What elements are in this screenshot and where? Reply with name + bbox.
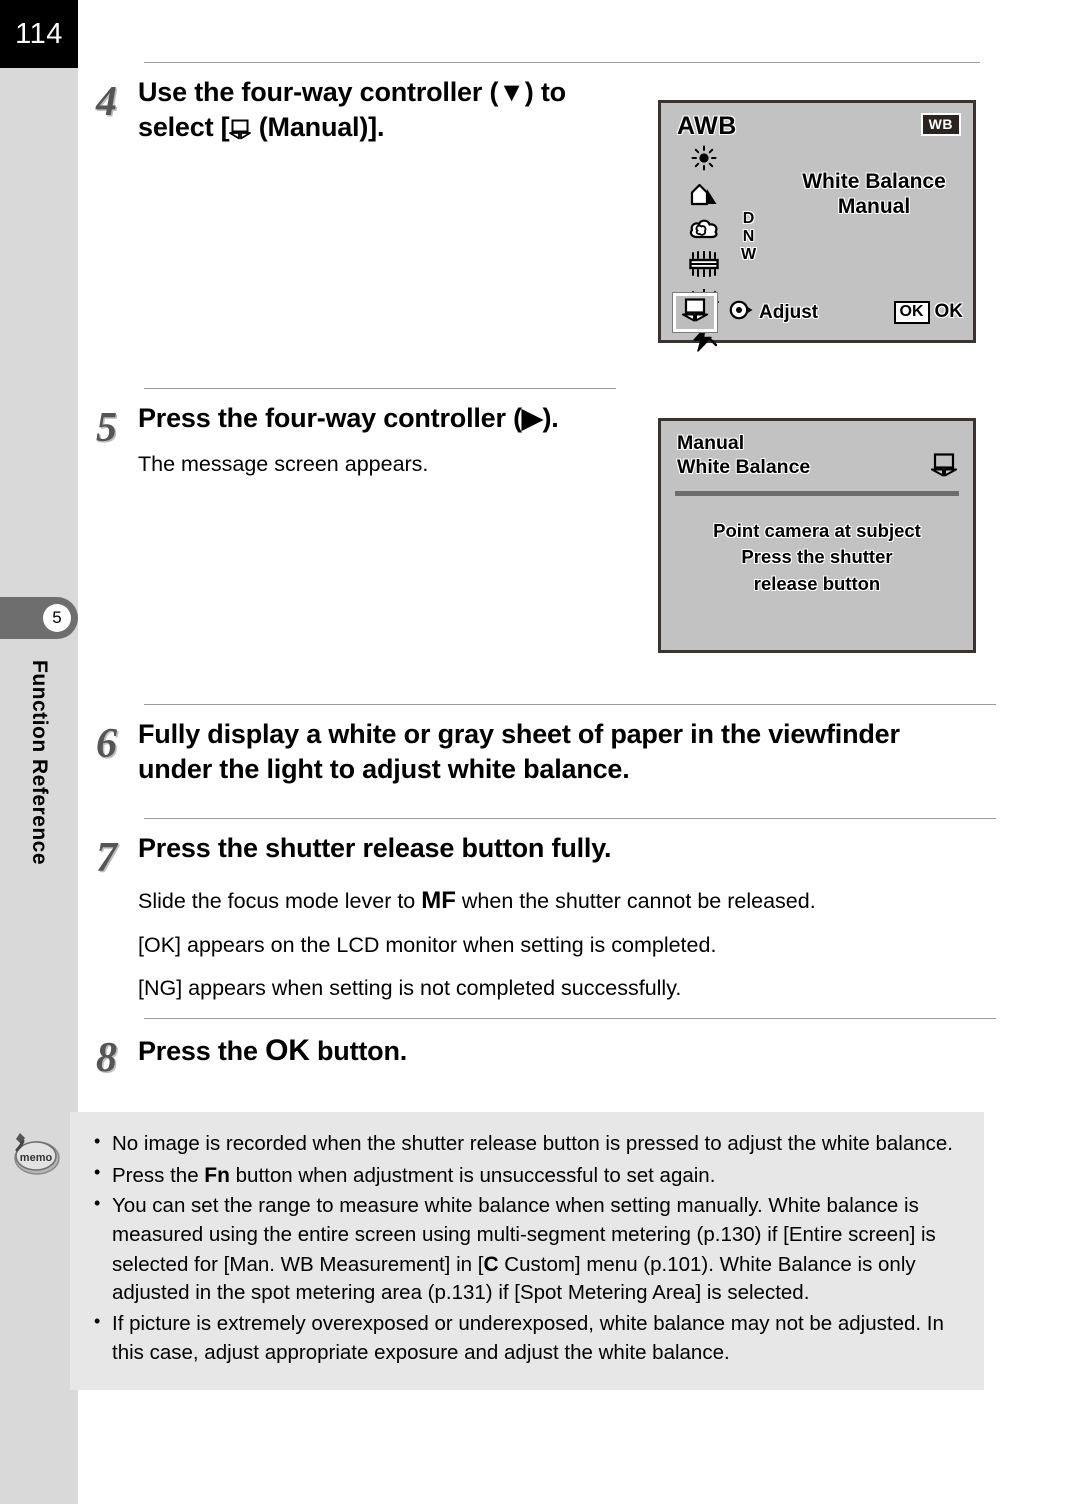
- chapter-label-text: Function Reference: [28, 660, 51, 866]
- shade-icon: [688, 183, 720, 211]
- heading-pre: Press the: [138, 1036, 266, 1066]
- memo-box: No image is recorded when the shutter re…: [70, 1112, 984, 1390]
- page-number: 114: [15, 17, 63, 50]
- svg-text:memo: memo: [20, 1152, 53, 1164]
- memo-item: If picture is extremely overexposed or u…: [92, 1309, 962, 1367]
- lcd2-header: Manual White Balance: [677, 431, 957, 480]
- manual-wb-icon: [229, 119, 252, 140]
- cloudy-icon: [688, 218, 720, 244]
- step-8: 8 Press the OK button.: [96, 1018, 996, 1079]
- lcd-title: White Balance Manual: [779, 169, 969, 219]
- manual-wb-icon: [931, 453, 957, 482]
- lcd2-head-line2: White Balance: [677, 456, 811, 479]
- step-heading: Use the four-way controller (▼) to selec…: [138, 75, 598, 145]
- dnw-d: D: [742, 210, 755, 227]
- step-subtext: The message screen appears.: [138, 449, 616, 480]
- heading-post: button.: [309, 1036, 408, 1066]
- memo-text-post: button when adjustment is unsuccessful t…: [229, 1163, 716, 1187]
- step-heading-part1: Press the four-way controller (: [138, 403, 522, 433]
- lcd-title-line1: White Balance: [802, 170, 946, 193]
- chapter-label: Function Reference: [0, 660, 78, 920]
- sub-post: when the shutter cannot be released.: [455, 889, 816, 914]
- daylight-sun-icon: [691, 145, 717, 176]
- down-arrow-icon: ▼: [498, 77, 525, 107]
- memo-item: Press the Fn button when adjustment is u…: [92, 1160, 962, 1191]
- fn-button-label: Fn: [204, 1163, 230, 1187]
- step-sub-line: [OK] appears on the LCD monitor when set…: [138, 933, 717, 958]
- page-edge-column: 114 5 Function Reference: [0, 0, 78, 1504]
- step-sub-line: The message screen appears.: [138, 452, 429, 477]
- step-heading-part3: (Manual)].: [251, 112, 385, 143]
- step-heading: Fully display a white or gray sheet of p…: [138, 719, 900, 785]
- memo-list: No image is recorded when the shutter re…: [92, 1129, 962, 1368]
- memo-text: If picture is extremely overexposed or u…: [112, 1312, 944, 1364]
- step-divider: [144, 704, 996, 705]
- lcd2-message-line2: Press the shutter: [741, 546, 893, 568]
- page-number-block: 114: [0, 0, 78, 68]
- step-number: 8: [96, 1035, 117, 1081]
- step-divider: [144, 818, 996, 819]
- step-7: 7 Press the shutter release button fully…: [96, 818, 996, 1013]
- lcd2-message-line1: Point camera at subject: [713, 520, 921, 541]
- memo-text: No image is recorded when the shutter re…: [112, 1132, 953, 1155]
- dnw-w: W: [741, 246, 757, 263]
- lcd-screen-white-balance-select: AWB WB D N W White Balance Manual Adjust…: [658, 100, 976, 352]
- lcd2-head-line1: Manual: [677, 432, 745, 454]
- step-heading-part2: ).: [542, 403, 559, 433]
- step-heading-part1: Use the four-way controller (: [138, 77, 499, 107]
- step-number: 6: [96, 721, 117, 767]
- right-arrow-icon: ▶: [521, 403, 543, 433]
- lcd-bottom-bar: Adjust OK OK: [672, 292, 964, 333]
- selected-manual-wb-item[interactable]: [672, 292, 718, 333]
- custom-menu-label: C: [483, 1252, 499, 1276]
- lcd-title-line2: Manual: [837, 195, 911, 219]
- step-number: 5: [96, 405, 117, 451]
- dnw-column: D N W: [741, 211, 756, 265]
- awb-label: AWB: [677, 112, 737, 140]
- memo-icon: memo: [8, 1128, 64, 1178]
- step-divider: [144, 62, 980, 63]
- adjust-label: Adjust: [759, 301, 819, 323]
- four-way-controller-icon: [729, 299, 753, 327]
- lcd2-divider: [675, 491, 959, 496]
- step-heading: Press the OK button.: [138, 1031, 996, 1070]
- step-divider: [144, 1018, 996, 1019]
- fluorescent-icon: [688, 250, 720, 282]
- chapter-tab: 5: [0, 597, 78, 639]
- chapter-number: 5: [43, 604, 71, 632]
- mf-label: MF: [421, 887, 456, 915]
- step-divider: [144, 388, 616, 389]
- step-number: 7: [96, 835, 117, 881]
- adjust-hint: Adjust: [729, 299, 818, 327]
- ok-button-label: OK: [265, 1034, 310, 1067]
- ok-hint: OK OK: [893, 300, 964, 325]
- ok-button-badge[interactable]: OK: [893, 300, 930, 325]
- memo-item: You can set the range to measure white b…: [92, 1191, 962, 1308]
- memo-text-pre: Press the: [112, 1163, 205, 1187]
- lcd2-message-line3: release button: [753, 572, 881, 594]
- step-sub-line: [NG] appears when setting is not complet…: [138, 975, 682, 1000]
- step-5: 5 Press the four-way controller (▶). The…: [96, 388, 616, 488]
- step-6: 6 Fully display a white or gray sheet of…: [96, 704, 996, 787]
- step-heading: Press the four-way controller (▶).: [138, 401, 568, 436]
- wb-badge: WB: [920, 113, 961, 136]
- manual-wb-icon: [682, 298, 708, 327]
- step-sub-line: Slide the focus mode lever to MF when th…: [138, 882, 996, 920]
- ok-label: OK: [934, 301, 964, 323]
- memo-item: No image is recorded when the shutter re…: [92, 1129, 962, 1159]
- step-number: 4: [96, 79, 117, 125]
- step-heading: Press the shutter release button fully.: [138, 833, 612, 863]
- dnw-n: N: [742, 228, 755, 245]
- lcd-screen-manual-wb-message: Manual White Balance Point camera at sub…: [658, 418, 976, 653]
- step-subtext: Slide the focus mode lever to MF when th…: [138, 882, 996, 1005]
- sub-pre: Slide the focus mode lever to: [138, 889, 422, 914]
- lcd2-message: Point camera at subject Press the shutte…: [679, 518, 955, 597]
